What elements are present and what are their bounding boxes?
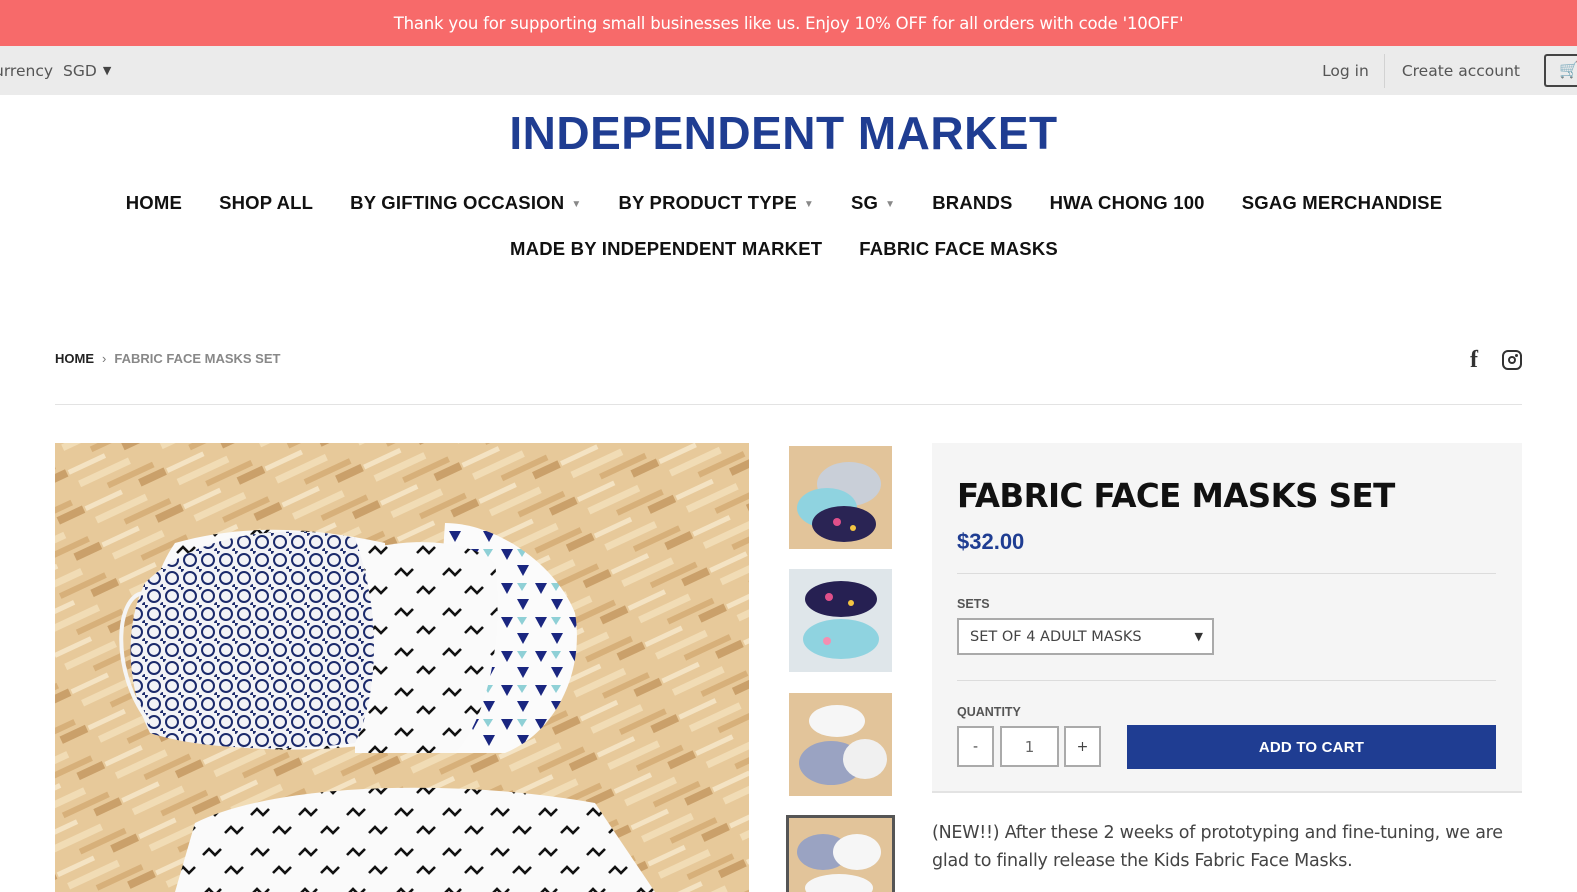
- sets-select[interactable]: SET OF 4 ADULT MASKS ▼: [957, 618, 1214, 655]
- account-links: Log in Create account 🛒: [1322, 46, 1577, 95]
- nav-label: HOME: [125, 192, 183, 213]
- currency-label: urrency: [0, 61, 54, 80]
- create-account-link[interactable]: Create account: [1385, 62, 1544, 80]
- product-thumbnail[interactable]: [789, 446, 892, 549]
- product-price: $32.00: [957, 529, 1025, 554]
- nav-item-made-by-independent-market[interactable]: MADE BY INDEPENDENT MARKET: [492, 238, 841, 260]
- sets-selected-value: SET OF 4 ADULT MASKS: [970, 628, 1142, 645]
- nav-item-by-product-type[interactable]: BY PRODUCT TYPE ▼: [600, 192, 833, 214]
- product-title: FABRIC FACE MASKS SET: [957, 477, 1395, 515]
- quantity-increase-button[interactable]: +: [1064, 726, 1101, 767]
- main-nav-row-1: HOME SHOP ALL BY GIFTING OCCASION ▼ BY PR…: [0, 192, 1568, 214]
- instagram-icon[interactable]: [1502, 350, 1522, 370]
- nav-label: BY PRODUCT TYPE: [618, 192, 797, 213]
- nav-item-brands[interactable]: BRANDS: [914, 192, 1031, 214]
- chevron-down-icon: ▼: [885, 199, 896, 210]
- nav-item-home[interactable]: HOME: [107, 192, 200, 214]
- cart-button[interactable]: 🛒: [1544, 54, 1577, 87]
- currency-code[interactable]: SGD: [63, 62, 97, 80]
- nav-item-by-gifting-occasion[interactable]: BY GIFTING OCCASION ▼: [332, 192, 600, 214]
- product-thumbnail[interactable]: [789, 693, 892, 796]
- breadcrumb-separator: ›: [102, 351, 107, 366]
- quantity-input[interactable]: 1: [1000, 726, 1059, 767]
- nav-label: SGAG MERCHANDISE: [1241, 192, 1443, 213]
- site-logo[interactable]: INDEPENDENT MARKET: [0, 106, 1567, 160]
- login-link[interactable]: Log in: [1322, 62, 1384, 80]
- nav-item-fabric-face-masks[interactable]: FABRIC FACE MASKS: [841, 238, 1077, 260]
- divider: [55, 404, 1522, 405]
- chevron-down-icon: ▼: [1194, 630, 1203, 643]
- quantity-label: QUANTITY: [957, 705, 1021, 719]
- product-info-panel: FABRIC FACE MASKS SET $32.00 SETS SET OF…: [932, 443, 1522, 793]
- product-thumbnail-selected[interactable]: [786, 815, 895, 892]
- announcement-bar: Thank you for supporting small businesse…: [0, 0, 1577, 46]
- sets-label: SETS: [957, 597, 990, 611]
- product-description: (NEW!!) After these 2 weeks of prototypi…: [932, 823, 1503, 871]
- nav-label: FABRIC FACE MASKS: [859, 238, 1058, 259]
- utility-bar: urrency SGD ▼ Log in Create account 🛒: [0, 46, 1577, 95]
- main-nav-row-2: MADE BY INDEPENDENT MARKET FABRIC FACE M…: [0, 238, 1568, 260]
- breadcrumb-home[interactable]: HOME: [55, 351, 94, 366]
- quantity-decrease-button[interactable]: -: [957, 726, 994, 767]
- chevron-down-icon: ▼: [803, 199, 814, 210]
- nav-item-hwa-chong-100[interactable]: HWA CHONG 100: [1031, 192, 1223, 214]
- nav-label: BY GIFTING OCCASION: [350, 192, 565, 213]
- cart-icon: 🛒: [1559, 60, 1577, 79]
- breadcrumb: HOME › FABRIC FACE MASKS SET: [55, 351, 280, 366]
- nav-item-sgag-merchandise[interactable]: SGAG MERCHANDISE: [1223, 192, 1461, 214]
- nav-label: MADE BY INDEPENDENT MARKET: [510, 238, 823, 259]
- divider: [957, 680, 1496, 681]
- product-thumbnail[interactable]: [789, 569, 892, 672]
- chevron-down-icon: ▼: [102, 64, 112, 77]
- nav-item-shop-all[interactable]: SHOP ALL: [201, 192, 332, 214]
- chevron-down-icon: ▼: [571, 199, 582, 210]
- nav-label: SG: [851, 192, 879, 213]
- divider: [957, 573, 1496, 574]
- nav-label: BRANDS: [932, 192, 1013, 213]
- facebook-icon[interactable]: f: [1470, 347, 1478, 374]
- nav-label: HWA CHONG 100: [1049, 192, 1205, 213]
- product-main-image[interactable]: [55, 443, 749, 892]
- add-to-cart-button[interactable]: ADD TO CART: [1127, 725, 1496, 769]
- nav-item-sg[interactable]: SG ▼: [833, 192, 914, 214]
- breadcrumb-current: FABRIC FACE MASKS SET: [114, 351, 281, 366]
- currency-selector[interactable]: urrency SGD ▼: [0, 46, 111, 95]
- nav-label: SHOP ALL: [219, 192, 314, 213]
